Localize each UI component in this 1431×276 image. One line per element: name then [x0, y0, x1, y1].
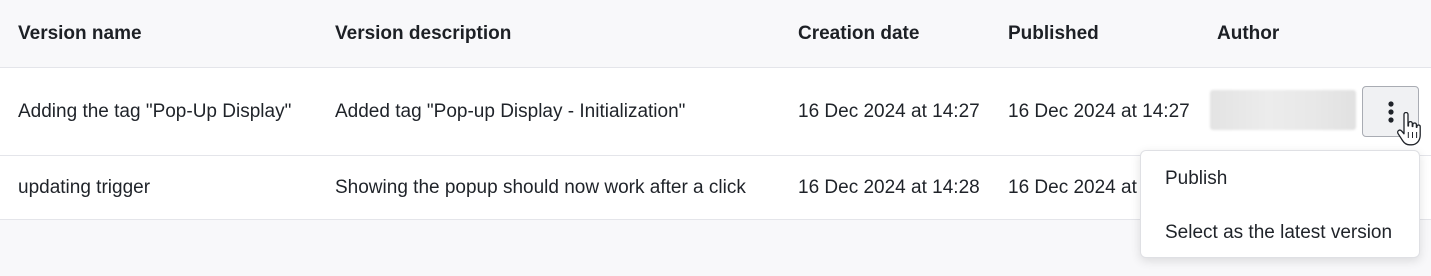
creation-date-cell: 16 Dec 2024 at 14:27	[798, 100, 980, 122]
header-creation-date[interactable]: Creation date	[798, 0, 919, 67]
table-row[interactable]: Adding the tag "Pop-Up Display" Added ta…	[0, 68, 1431, 156]
more-actions-button[interactable]	[1362, 86, 1419, 137]
version-description-cell: Added tag "Pop-up Display - Initializati…	[335, 100, 686, 122]
version-name-cell: Adding the tag "Pop-Up Display"	[18, 100, 292, 122]
menu-item-select-latest-version[interactable]: Select as the latest version	[1165, 218, 1392, 248]
author-avatar-blurred	[1210, 90, 1356, 130]
header-published[interactable]: Published	[1008, 0, 1099, 67]
row-actions-menu: Publish Select as the latest version	[1140, 150, 1420, 258]
table-header-row: Version name Version description Creatio…	[0, 0, 1431, 68]
version-description-cell: Showing the popup should now work after …	[335, 176, 746, 198]
published-date-cell: 16 Dec 2024 at 14:27	[1008, 100, 1190, 122]
header-version-description[interactable]: Version description	[335, 0, 511, 67]
menu-item-publish[interactable]: Publish	[1165, 164, 1227, 194]
header-version-name[interactable]: Version name	[18, 0, 142, 67]
version-name-cell: updating trigger	[18, 176, 151, 198]
kebab-vertical-icon	[1387, 100, 1394, 123]
creation-date-cell: 16 Dec 2024 at 14:28	[798, 176, 980, 198]
header-author[interactable]: Author	[1217, 0, 1279, 67]
